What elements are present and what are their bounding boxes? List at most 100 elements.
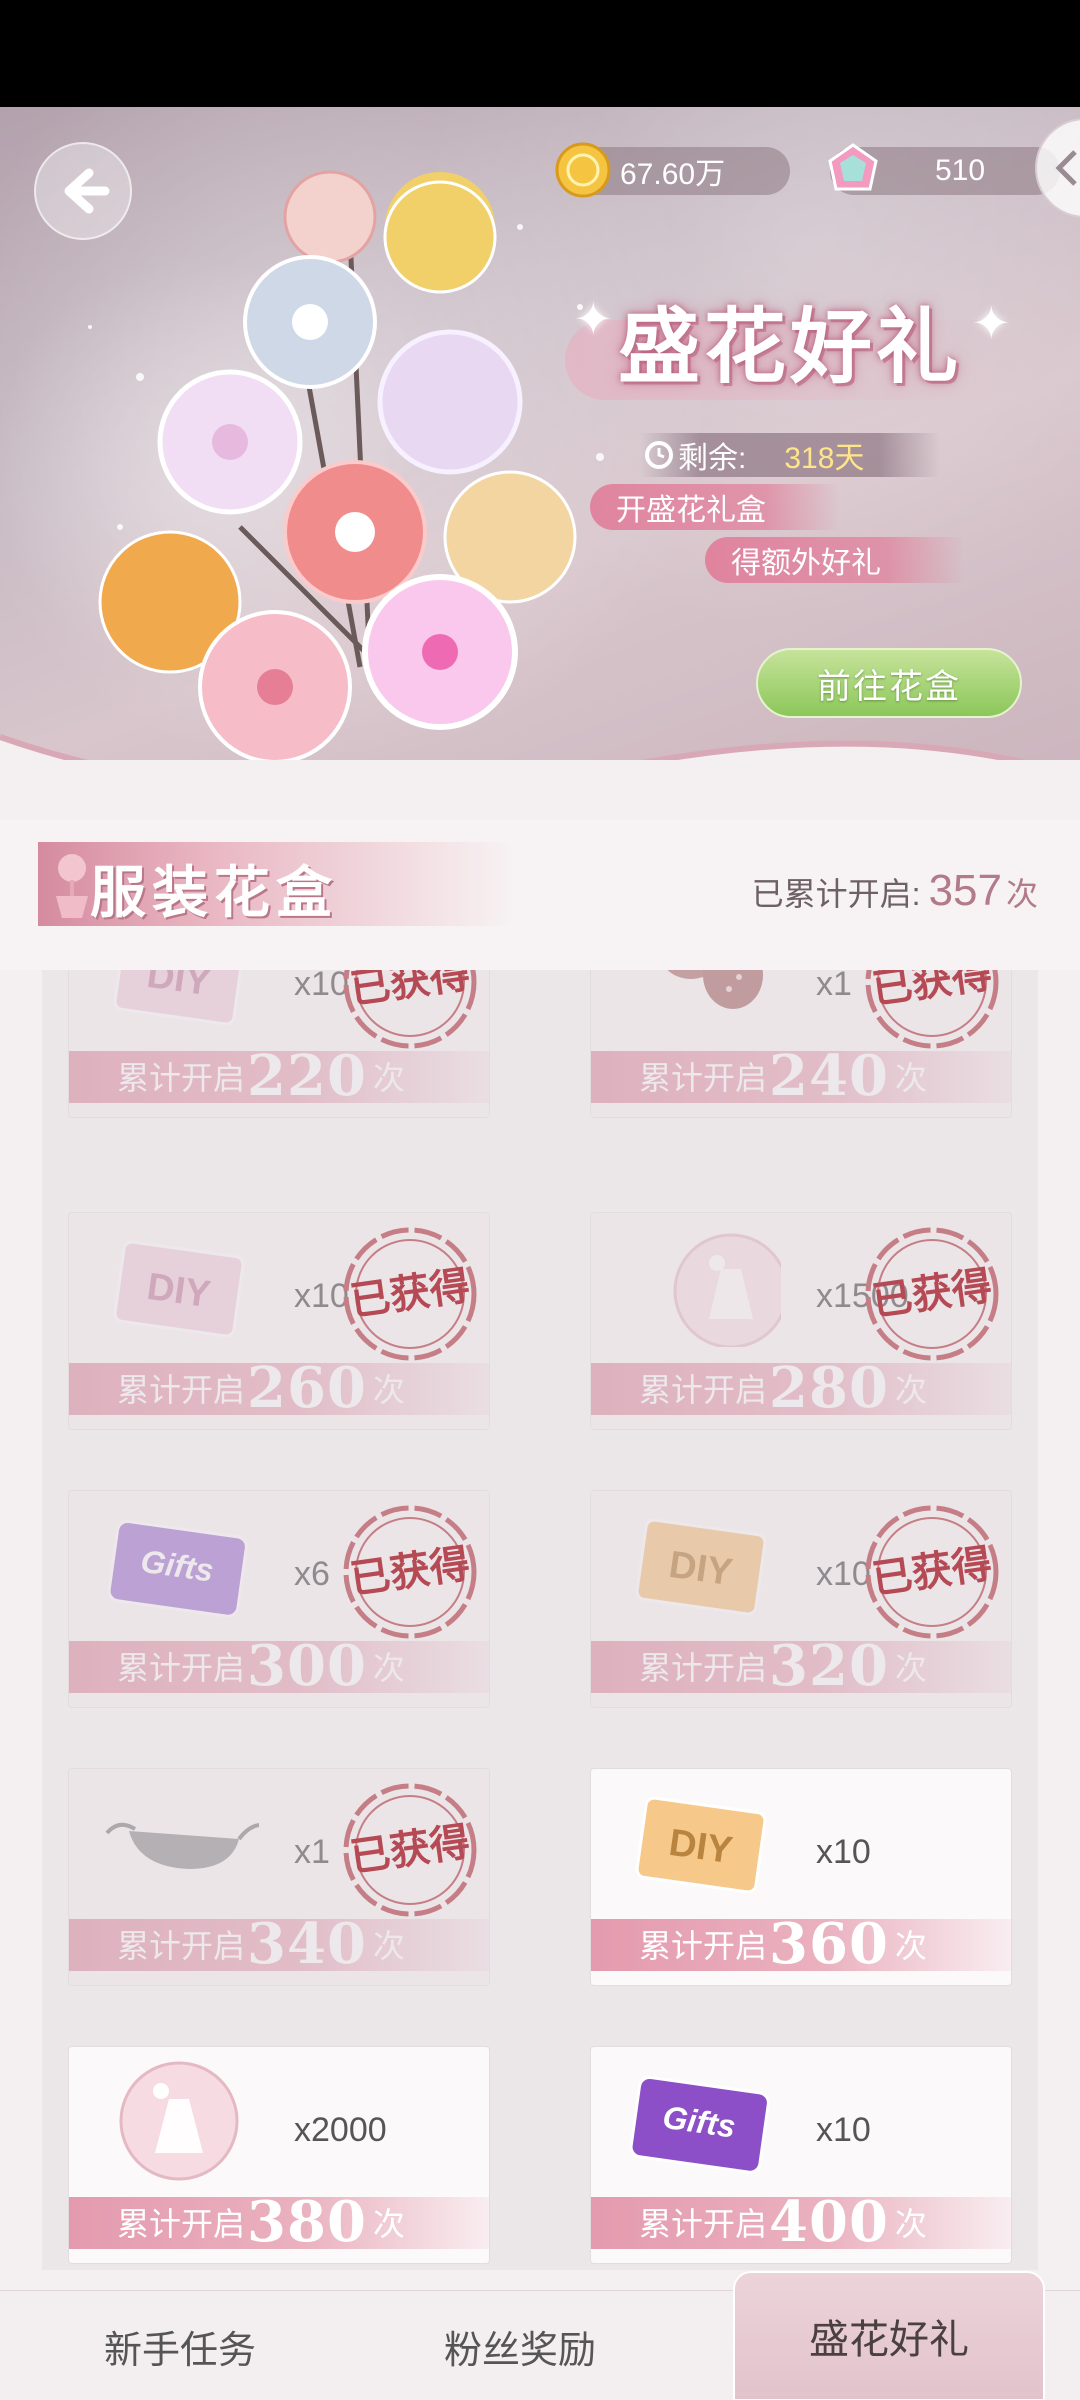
back-arrow-icon xyxy=(64,168,110,214)
requirement-suffix: 次 xyxy=(894,1928,927,1964)
coin-amount: 67.60万 xyxy=(620,158,726,191)
dress-bubble-icon xyxy=(673,1233,781,1347)
remaining-time: 剩余: 318天 xyxy=(640,433,940,477)
cumulative-count: 357 xyxy=(928,866,1002,915)
requirement-bar xyxy=(69,1051,489,1103)
requirement-suffix: 次 xyxy=(372,1060,405,1096)
reward-quantity: x1 xyxy=(816,970,852,1003)
requirement-suffix: 次 xyxy=(894,2206,927,2242)
requirement-prefix: 累计开启 xyxy=(639,1928,768,1964)
obtained-stamp: 已获得 xyxy=(343,1783,477,1917)
stamp-text: 已获得 xyxy=(870,1542,995,1602)
diy-card-gold-icon: DIY xyxy=(635,1518,767,1616)
requirement-bar xyxy=(591,1051,1011,1103)
reward-quantity: x10 xyxy=(816,2111,871,2149)
stamp-text: 已获得 xyxy=(870,1264,995,1324)
requirement-bar xyxy=(69,1919,489,1971)
stamp-text: 已获得 xyxy=(348,970,473,1012)
requirement-prefix: 累计开启 xyxy=(117,1928,246,1964)
requirement-suffix: 次 xyxy=(372,1650,405,1686)
event-title: 盛花好礼 xyxy=(618,299,963,395)
reward-card[interactable]: x2000 累计开启 380 次 xyxy=(68,2046,490,2264)
reward-card[interactable]: Gifts x10 累计开启 400 次 xyxy=(590,2046,1012,2264)
reward-card[interactable]: DIY x10 累计开启 320 次 已获得 xyxy=(590,1490,1012,1708)
requirement-prefix: 累计开启 xyxy=(639,1372,768,1408)
coin-balance[interactable]: 67.60万 xyxy=(555,142,790,198)
requirement-suffix: 次 xyxy=(894,1060,927,1096)
reward-quantity: x2000 xyxy=(294,2111,387,2149)
reward-card[interactable]: DIY x10 累计开启 360 次 xyxy=(590,1768,1012,1986)
diy-card-icon: DIY xyxy=(113,1240,245,1338)
event-desc-line1: 开盛花礼盒 xyxy=(590,484,840,530)
remaining-days: 318天 xyxy=(784,442,865,475)
requirement-suffix: 次 xyxy=(372,2206,405,2242)
event-desc-line2: 得额外好礼 xyxy=(705,537,965,583)
tab-flower-gifts[interactable]: 盛花好礼 xyxy=(733,2271,1045,2400)
requirement-text: 累计开启 380 次 xyxy=(117,2189,405,2255)
gift-card-icon: Gifts xyxy=(107,1519,248,1618)
obtained-stamp: 已获得 xyxy=(343,970,477,1049)
stamp-text: 已获得 xyxy=(348,1264,473,1324)
requirement-threshold: 380 xyxy=(247,2189,367,2255)
obtained-stamp: 已获得 xyxy=(865,1227,999,1361)
flower-pot-icon xyxy=(56,854,88,918)
svg-text:Gifts: Gifts xyxy=(139,1543,216,1589)
tab-newbie-tasks[interactable]: 新手任务 xyxy=(0,2291,360,2400)
goto-flower-box-button[interactable]: 前往花盒 xyxy=(756,648,1022,718)
gem-balance[interactable]: 510 xyxy=(828,143,1060,195)
stamp-text: 已获得 xyxy=(870,970,995,1012)
bottom-tab-bar: 新手任务 粉丝奖励 盛花好礼 xyxy=(0,2271,1080,2400)
cumulative-label: 已累计开启: xyxy=(751,876,921,912)
reward-quantity: x6 xyxy=(294,1555,330,1593)
cumulative-open-count: 已累计开启: 357 次 xyxy=(752,866,1038,916)
remaining-label: 剩余: xyxy=(678,442,747,475)
obtained-stamp: 已获得 xyxy=(343,1227,477,1361)
reward-quantity: x1 xyxy=(294,1833,330,1871)
requirement-bar xyxy=(69,1641,489,1693)
requirement-prefix: 累计开启 xyxy=(639,1060,768,1096)
requirement-prefix: 累计开启 xyxy=(639,2206,768,2242)
svg-text:DIY: DIY xyxy=(666,1544,735,1594)
diy-card-icon: DIY xyxy=(113,970,245,1026)
svg-text:DIY: DIY xyxy=(144,1266,213,1316)
svg-text:DIY: DIY xyxy=(144,970,213,1004)
svg-text:DIY: DIY xyxy=(666,1822,735,1872)
reward-card[interactable]: DIY x10 累计开启 220 次 已获得 xyxy=(68,970,490,1118)
reward-card[interactable]: Gifts x6 累计开启 300 次 已获得 xyxy=(68,1490,490,1708)
back-button[interactable] xyxy=(34,142,132,240)
obtained-stamp: 已获得 xyxy=(865,970,999,1049)
sparkle-icon: ✦ xyxy=(574,293,613,345)
sparkle-icon: ✦ xyxy=(972,297,1011,349)
diy-card-gold-icon: DIY xyxy=(635,1796,767,1894)
requirement-suffix: 次 xyxy=(372,1928,405,1964)
gift-card-icon: Gifts xyxy=(629,2075,770,2174)
reward-card[interactable]: DIY x10 累计开启 260 次 已获得 xyxy=(68,1212,490,1430)
requirement-text: 累计开启 360 次 xyxy=(639,1911,927,1977)
requirement-suffix: 次 xyxy=(894,1372,927,1408)
stamp-text: 已获得 xyxy=(348,1542,473,1602)
glasses-icon xyxy=(105,1822,259,1869)
gem-amount: 510 xyxy=(934,154,986,187)
section-title: 服装花盒 xyxy=(90,860,338,926)
requirement-text: 累计开启 400 次 xyxy=(639,2189,927,2255)
gem-icon xyxy=(828,143,878,191)
reward-card[interactable]: x1 累计开启 240 次 已获得 xyxy=(590,970,1012,1118)
requirement-bar xyxy=(69,1363,489,1415)
reward-grid: DIY x10 累计开启 220 次 已获得 x1 累计开启 240 次 已获得… xyxy=(42,970,1038,2270)
cumulative-unit: 次 xyxy=(1005,876,1038,912)
requirement-suffix: 次 xyxy=(372,1372,405,1408)
requirement-bar xyxy=(591,1363,1011,1415)
requirement-threshold: 360 xyxy=(769,1911,889,1977)
requirement-prefix: 累计开启 xyxy=(117,1372,246,1408)
stamp-text: 已获得 xyxy=(348,1820,473,1880)
tab-fan-rewards[interactable]: 粉丝奖励 xyxy=(360,2291,680,2400)
strawberry-icon xyxy=(667,970,763,1009)
obtained-stamp: 已获得 xyxy=(865,1505,999,1639)
reward-card[interactable]: x1500 累计开启 280 次 已获得 xyxy=(590,1212,1012,1430)
clock-icon xyxy=(645,441,673,469)
requirement-prefix: 累计开启 xyxy=(117,1060,246,1096)
status-bar xyxy=(0,0,1080,107)
requirement-prefix: 累计开启 xyxy=(117,2206,246,2242)
dress-bubble-icon xyxy=(119,2061,239,2181)
reward-card[interactable]: x1 累计开启 340 次 已获得 xyxy=(68,1768,490,1986)
